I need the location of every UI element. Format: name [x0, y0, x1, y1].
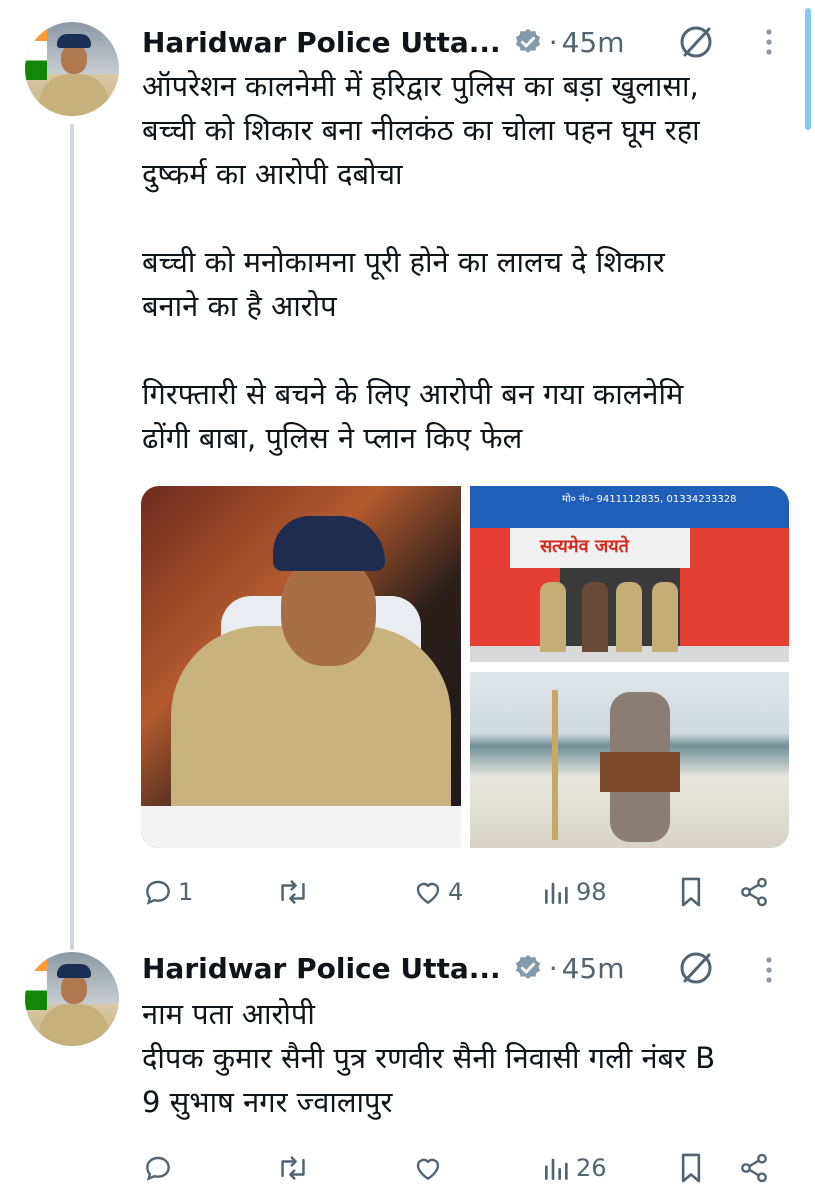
signboard-phone: मो० नं०- 9411112835, 01334233328	[562, 494, 737, 505]
avatar-face	[61, 974, 87, 1004]
action-bar: 26	[0, 1148, 815, 1188]
bookmark-icon	[681, 877, 701, 907]
views-bar-chart-icon	[545, 1158, 568, 1180]
heart-icon	[416, 1158, 440, 1180]
flag-graphic	[25, 22, 47, 80]
photo-arch: सत्यमेव जयते	[510, 528, 690, 568]
tweet-text: ऑपरेशन कालनेमी में हरिद्वार पुलिस का बड़…	[142, 69, 700, 455]
action-bar: 1 4 98	[0, 872, 815, 912]
views-button[interactable]: 98	[542, 872, 607, 912]
verified-badge-icon	[513, 27, 543, 57]
reply-button[interactable]	[142, 1148, 178, 1188]
like-button[interactable]	[412, 1148, 448, 1188]
repost-button[interactable]	[276, 1148, 314, 1188]
avatar-cap	[57, 964, 91, 978]
flag-graphic	[25, 952, 47, 1010]
photo-person	[652, 582, 678, 652]
photo-signboard: मो० नं०- 9411112835, 01334233328	[470, 486, 789, 528]
timestamp[interactable]: 45m	[562, 952, 625, 985]
photo-beach-yoga[interactable]	[470, 672, 789, 848]
views-bar-chart-icon	[545, 882, 568, 904]
more-vertical-icon[interactable]	[757, 950, 781, 990]
bookmark-button[interactable]	[676, 872, 706, 912]
repost-icon	[281, 1156, 305, 1180]
grok-icon[interactable]	[676, 22, 716, 62]
avatar-cap	[57, 34, 91, 48]
tweet-text: नाम पता आरोपी दीपक कुमार सैनी पुत्र रणवी…	[142, 997, 716, 1119]
author-name[interactable]: Haridwar Police Utta...	[142, 26, 501, 59]
reply-icon	[146, 880, 170, 905]
scrollbar[interactable]	[805, 8, 811, 130]
share-icon	[741, 877, 767, 907]
views-button[interactable]: 26	[542, 1148, 607, 1188]
photo-person	[616, 582, 642, 652]
avatar[interactable]	[25, 952, 119, 1046]
share-button[interactable]	[738, 872, 770, 912]
repost-icon	[281, 880, 305, 904]
repost-button[interactable]	[276, 872, 314, 912]
photo-officer[interactable]	[141, 486, 461, 848]
photo-person	[540, 582, 566, 652]
bookmark-icon	[681, 1153, 701, 1183]
separator-dot: ·	[548, 25, 558, 59]
more-vertical-icon[interactable]	[757, 22, 781, 62]
grok-icon[interactable]	[676, 948, 716, 988]
avatar-uniform	[39, 1004, 109, 1046]
photo-police-station[interactable]: मो० नं०- 9411112835, 01334233328 सत्यमेव…	[470, 486, 789, 662]
photo-trident	[552, 690, 558, 840]
avatar-uniform	[39, 74, 109, 116]
verified-badge-icon	[513, 953, 543, 983]
photo-leopard-cloth	[600, 752, 680, 792]
media-grid[interactable]: मो० नं०- 9411112835, 01334233328 सत्यमेव…	[141, 486, 789, 848]
separator-dot: ·	[548, 951, 558, 985]
tweet-header: Haridwar Police Utta... · 45m	[142, 22, 625, 62]
author-name[interactable]: Haridwar Police Utta...	[142, 952, 501, 985]
share-icon	[741, 1153, 767, 1183]
reply-count: 1	[178, 878, 194, 906]
signage-text: सत्यमेव जयते	[540, 536, 629, 557]
like-button[interactable]: 4	[412, 872, 463, 912]
avatar-face	[61, 44, 87, 74]
like-count: 4	[448, 878, 464, 906]
timestamp[interactable]: 45m	[562, 26, 625, 59]
share-button[interactable]	[738, 1148, 770, 1188]
tweet-header: Haridwar Police Utta... · 45m	[142, 948, 625, 988]
thread-connector-line	[70, 124, 74, 950]
photo-person	[582, 582, 608, 652]
view-count: 26	[576, 1154, 607, 1182]
view-count: 98	[576, 878, 607, 906]
photo-desk	[141, 806, 461, 848]
photo-face	[281, 556, 376, 666]
reply-button[interactable]: 1	[142, 872, 193, 912]
reply-icon	[146, 1156, 170, 1181]
heart-icon	[416, 882, 440, 904]
photo-beret	[273, 516, 385, 571]
bookmark-button[interactable]	[676, 1148, 706, 1188]
avatar[interactable]	[25, 22, 119, 116]
